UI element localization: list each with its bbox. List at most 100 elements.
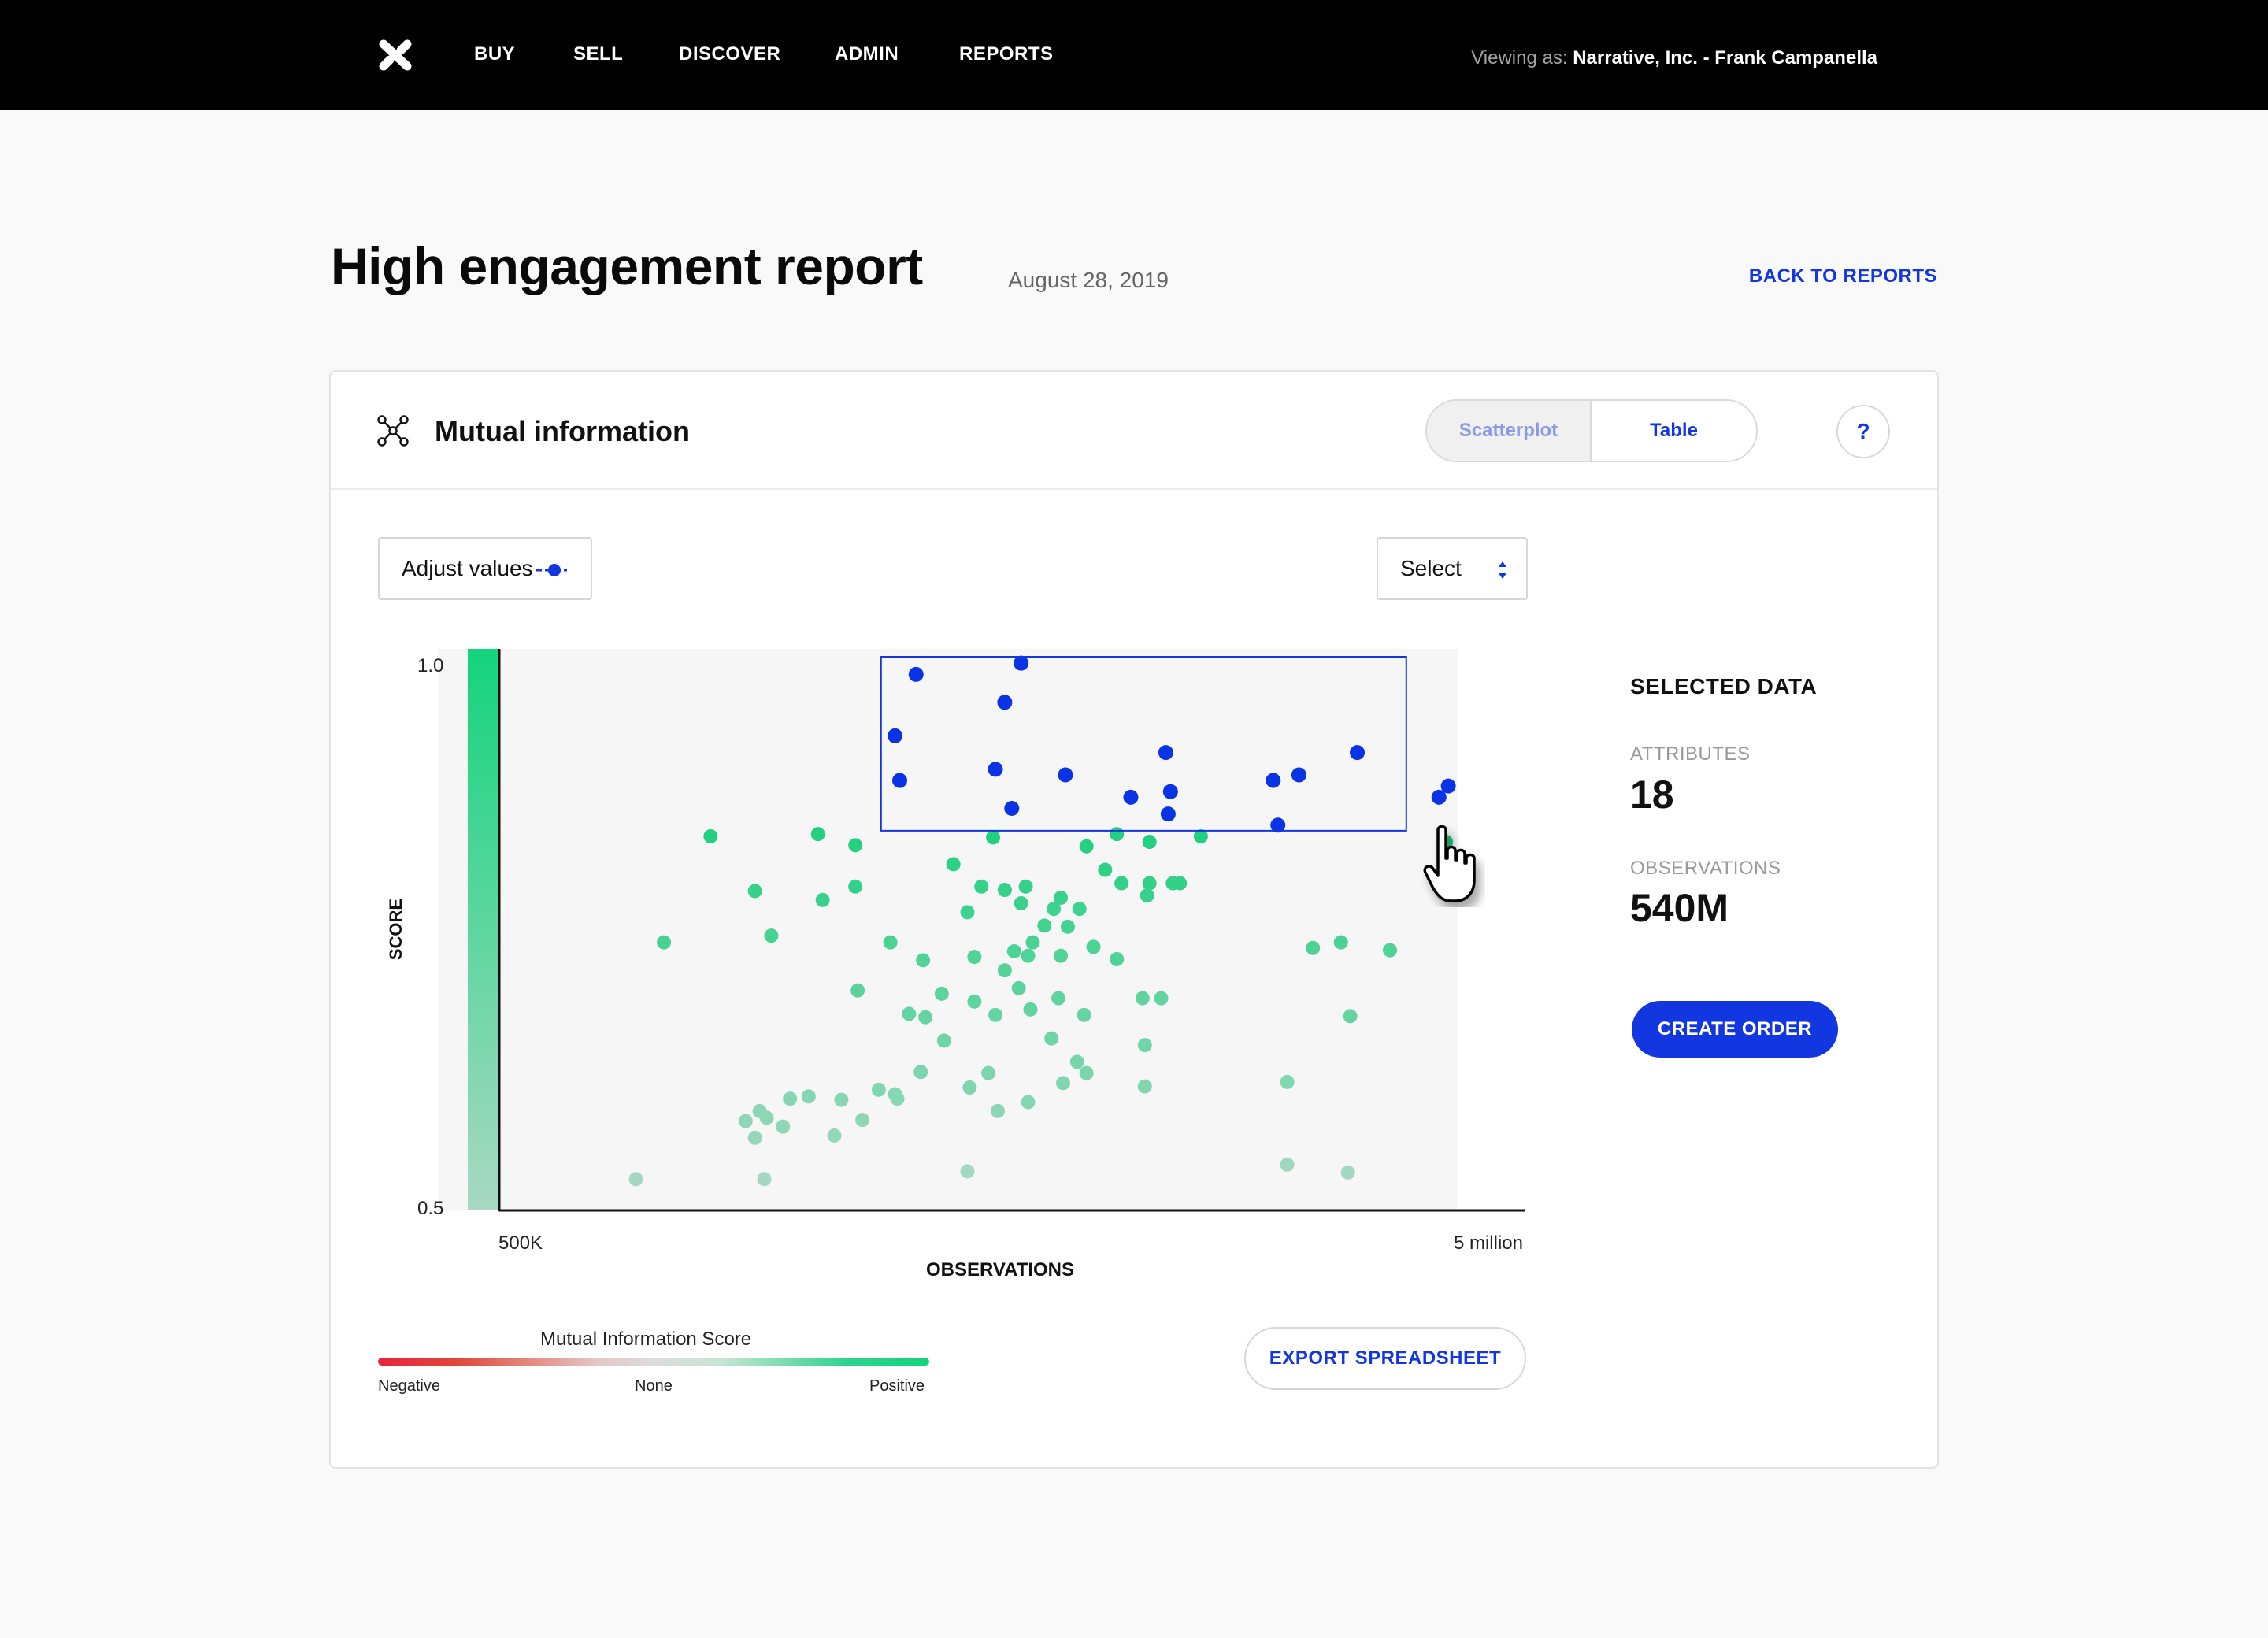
- data-point[interactable]: [703, 828, 718, 843]
- data-point[interactable]: [1280, 1074, 1295, 1089]
- selected-data-point[interactable]: [1058, 767, 1073, 783]
- data-point[interactable]: [1154, 991, 1169, 1006]
- export-spreadsheet-button[interactable]: EXPORT SPREADSHEET: [1244, 1327, 1526, 1390]
- selected-data-point[interactable]: [1266, 773, 1281, 788]
- selected-data-point[interactable]: [891, 773, 907, 788]
- data-point[interactable]: [1021, 948, 1036, 963]
- data-point[interactable]: [1280, 1157, 1295, 1172]
- data-point[interactable]: [1383, 943, 1398, 958]
- data-point[interactable]: [747, 884, 762, 899]
- data-point[interactable]: [934, 986, 949, 1001]
- data-point[interactable]: [628, 1172, 643, 1187]
- data-point[interactable]: [1110, 951, 1125, 966]
- create-order-button[interactable]: CREATE ORDER: [1632, 1001, 1838, 1058]
- data-point[interactable]: [871, 1082, 886, 1097]
- data-point[interactable]: [1306, 940, 1321, 955]
- data-point[interactable]: [1098, 862, 1113, 877]
- data-point[interactable]: [1037, 918, 1052, 933]
- data-point[interactable]: [997, 883, 1012, 898]
- data-point[interactable]: [1023, 1002, 1038, 1017]
- selected-data-point[interactable]: [1158, 745, 1173, 761]
- narrative-logo-icon[interactable]: [376, 38, 414, 72]
- data-point[interactable]: [1114, 876, 1129, 891]
- data-point[interactable]: [1079, 839, 1094, 854]
- data-point[interactable]: [1051, 991, 1066, 1006]
- selected-data-point[interactable]: [1014, 655, 1029, 671]
- data-point[interactable]: [914, 1065, 928, 1080]
- selected-data-point[interactable]: [888, 728, 903, 743]
- data-point[interactable]: [1011, 980, 1026, 995]
- nav-item-sell[interactable]: SELL: [573, 43, 623, 65]
- data-point[interactable]: [834, 1092, 849, 1107]
- data-point[interactable]: [738, 1114, 753, 1128]
- data-point[interactable]: [1086, 939, 1101, 954]
- data-point[interactable]: [757, 1172, 772, 1187]
- data-point[interactable]: [776, 1119, 791, 1134]
- data-point[interactable]: [1110, 827, 1125, 842]
- data-point[interactable]: [967, 950, 982, 965]
- data-point[interactable]: [1021, 1095, 1036, 1110]
- data-point[interactable]: [1340, 1165, 1355, 1180]
- data-point[interactable]: [1044, 1031, 1059, 1046]
- selected-data-point[interactable]: [908, 666, 924, 682]
- nav-item-discover[interactable]: DISCOVER: [679, 43, 780, 65]
- data-point[interactable]: [810, 827, 825, 842]
- data-point[interactable]: [1060, 919, 1075, 934]
- data-point[interactable]: [855, 1113, 870, 1128]
- data-point[interactable]: [974, 879, 989, 894]
- data-point[interactable]: [1072, 902, 1087, 917]
- selected-data-point[interactable]: [988, 762, 1003, 777]
- data-point[interactable]: [988, 1007, 1003, 1022]
- data-point[interactable]: [883, 935, 898, 950]
- data-point[interactable]: [1140, 888, 1154, 903]
- selected-data-point[interactable]: [1123, 789, 1139, 805]
- nav-item-admin[interactable]: ADMIN: [835, 43, 899, 65]
- data-point[interactable]: [918, 1010, 933, 1025]
- data-point[interactable]: [1137, 1038, 1152, 1053]
- data-point[interactable]: [1018, 879, 1033, 894]
- data-point[interactable]: [1142, 876, 1157, 891]
- data-point[interactable]: [1025, 935, 1040, 950]
- data-point[interactable]: [848, 879, 863, 894]
- data-point[interactable]: [783, 1091, 798, 1106]
- data-point[interactable]: [1069, 1054, 1084, 1069]
- data-point[interactable]: [1047, 902, 1062, 917]
- data-point[interactable]: [986, 830, 1001, 845]
- data-point[interactable]: [1142, 835, 1157, 850]
- back-to-reports-link[interactable]: BACK TO REPORTS: [1749, 265, 1937, 287]
- data-point[interactable]: [997, 963, 1012, 978]
- data-point[interactable]: [991, 1103, 1005, 1118]
- selected-data-point[interactable]: [1431, 789, 1447, 805]
- data-point[interactable]: [759, 1110, 774, 1125]
- data-point[interactable]: [1137, 1079, 1152, 1094]
- data-point[interactable]: [936, 1033, 951, 1048]
- data-point[interactable]: [916, 953, 931, 968]
- data-point[interactable]: [1014, 896, 1028, 911]
- data-point[interactable]: [981, 1065, 996, 1080]
- data-point[interactable]: [1079, 1065, 1094, 1080]
- selected-data-point[interactable]: [1160, 806, 1176, 822]
- data-point[interactable]: [657, 935, 672, 950]
- data-point[interactable]: [962, 1080, 977, 1095]
- selected-data-point[interactable]: [1291, 767, 1306, 783]
- data-point[interactable]: [1135, 991, 1150, 1006]
- data-point[interactable]: [1333, 935, 1348, 950]
- data-point[interactable]: [848, 838, 863, 853]
- data-point[interactable]: [967, 994, 982, 1009]
- data-point[interactable]: [815, 892, 830, 907]
- data-point[interactable]: [902, 1006, 917, 1021]
- selected-data-point[interactable]: [1004, 801, 1020, 817]
- data-point[interactable]: [960, 905, 975, 920]
- data-point[interactable]: [946, 857, 961, 872]
- data-point[interactable]: [960, 1164, 975, 1179]
- nav-item-reports[interactable]: REPORTS: [959, 43, 1054, 65]
- nav-item-buy[interactable]: BUY: [474, 43, 515, 65]
- data-point[interactable]: [1056, 1076, 1071, 1091]
- data-point[interactable]: [764, 928, 779, 943]
- data-point[interactable]: [850, 983, 865, 998]
- data-point[interactable]: [890, 1091, 905, 1106]
- data-point[interactable]: [1006, 944, 1021, 959]
- data-point[interactable]: [1343, 1009, 1358, 1024]
- selected-data-point[interactable]: [997, 695, 1013, 710]
- selected-data-point[interactable]: [1162, 784, 1178, 799]
